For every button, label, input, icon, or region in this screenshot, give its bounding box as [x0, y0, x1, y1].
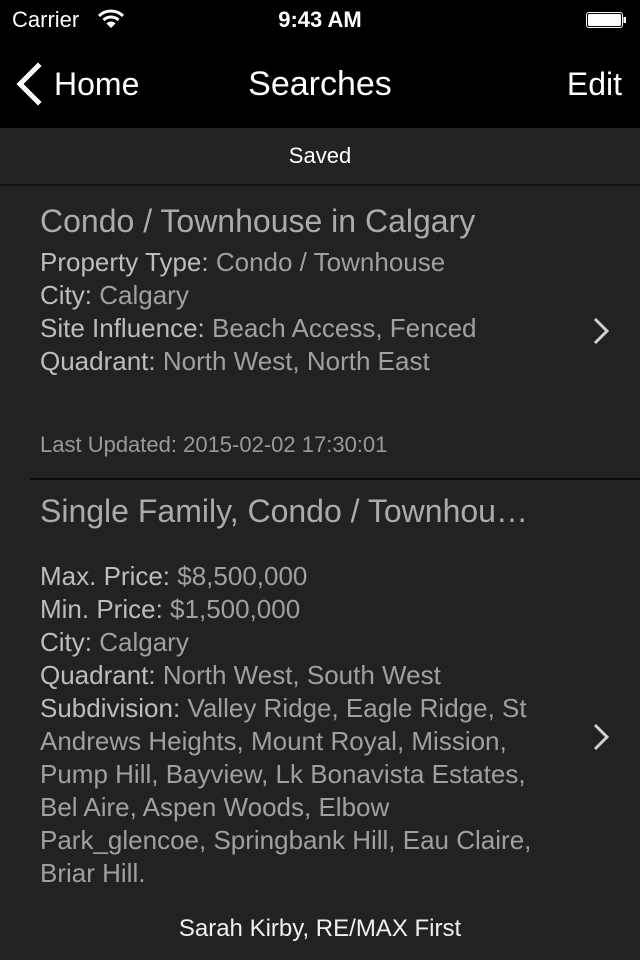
field-value: Calgary — [99, 280, 189, 310]
field-label: Max. Price: — [40, 561, 171, 591]
search-title: Condo / Townhouse in Calgary — [40, 203, 476, 239]
search-title: Single Family, Condo / Townhou… — [40, 493, 528, 529]
chevron-right-icon — [593, 723, 610, 751]
field-label: Site Influence: — [40, 313, 205, 343]
field-value: Calgary — [99, 627, 189, 657]
field-label: Subdivision: — [40, 693, 181, 723]
section-header-saved: Saved — [0, 128, 640, 186]
field-row: Quadrant: North West, South West — [40, 659, 550, 692]
field-row: Site Influence: Beach Access, Fenced — [40, 312, 550, 345]
agent-footer: Sarah Kirby, RE/MAX First — [178, 915, 462, 942]
back-button[interactable]: Home — [14, 62, 139, 106]
chevron-left-icon — [16, 62, 42, 106]
status-bar: Carrier 9:43 AM — [0, 0, 640, 40]
field-label: Quadrant: — [40, 346, 156, 376]
field-row: Quadrant: North West, North East — [40, 345, 550, 378]
field-value: Beach Access, Fenced — [212, 313, 477, 343]
navigation-bar: Home Searches Edit — [0, 40, 640, 128]
field-value: $8,500,000 — [177, 561, 308, 591]
field-label: Min. Price: — [40, 594, 163, 624]
field-label: Quadrant: — [40, 660, 156, 690]
field-row: Property Type: Condo / Townhouse — [40, 246, 550, 279]
edit-button[interactable]: Edit — [567, 62, 622, 106]
field-row: City: Calgary — [40, 279, 550, 312]
field-value: Condo / Townhouse — [215, 247, 446, 277]
field-label: City: — [40, 280, 92, 310]
field-row: City: Calgary — [40, 626, 550, 659]
field-value: North West, South West — [162, 660, 441, 690]
field-row: Max. Price: $8,500,000 — [40, 560, 550, 593]
back-label: Home — [54, 65, 140, 102]
last-updated: Last Updated: 2015-02-02 17:30:01 — [40, 432, 388, 457]
field-row: Subdivision: Valley Ridge, Eagle Ridge, … — [40, 692, 560, 890]
field-value: North West, North East — [162, 346, 430, 376]
field-label: Property Type: — [40, 247, 209, 277]
battery-icon — [586, 12, 626, 28]
search-cell[interactable]: Single Family, Condo / Townhou… Max. Pri… — [0, 480, 640, 890]
field-row: Min. Price: $1,500,000 — [40, 593, 550, 626]
search-cell[interactable]: Condo / Townhouse in Calgary Property Ty… — [0, 186, 640, 462]
clock: 9:43 AM — [278, 7, 362, 32]
field-value: $1,500,000 — [170, 594, 301, 624]
field-label: City: — [40, 627, 92, 657]
saved-searches-list[interactable]: Condo / Townhouse in Calgary Property Ty… — [0, 186, 640, 900]
chevron-right-icon — [593, 317, 610, 345]
